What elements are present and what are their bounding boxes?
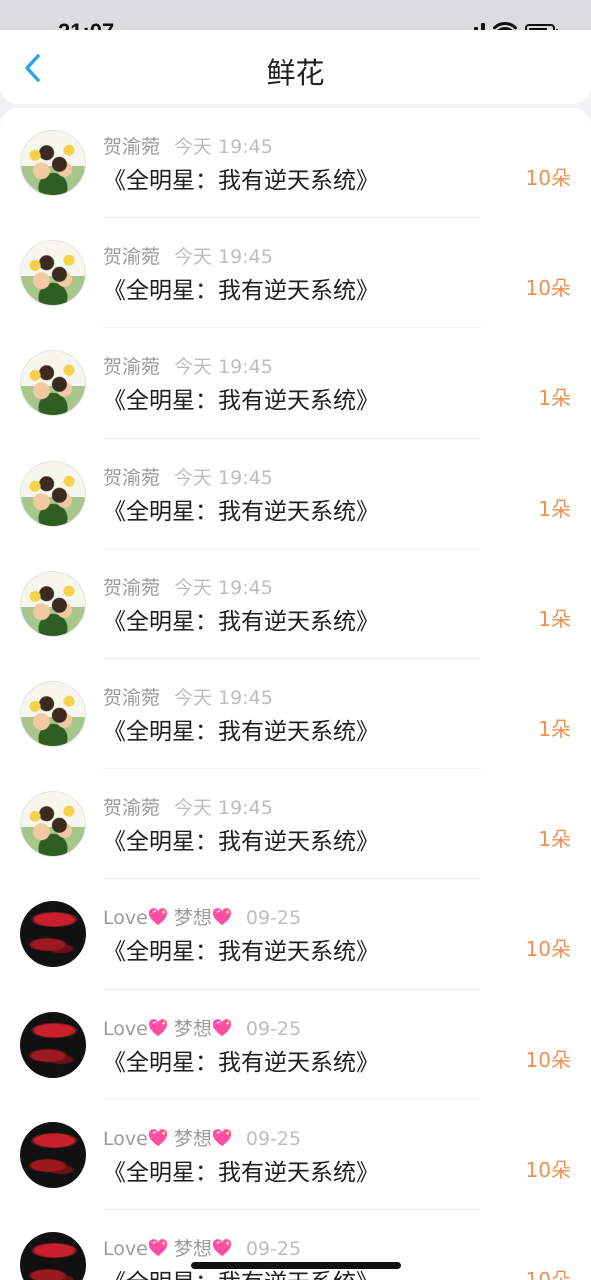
sender-line: 贺渝菀 今天 19:45 xyxy=(103,683,273,710)
sparkling-heart-icon xyxy=(212,1128,231,1146)
kids-sunflower-avatar[interactable] xyxy=(20,570,86,637)
book-title: 《全明星：我有逆天系统》 xyxy=(103,498,379,525)
timestamp: 今天 19:45 xyxy=(174,356,273,379)
kids-sunflower-avatar[interactable] xyxy=(20,240,86,307)
sender-name-suffix: 梦想 xyxy=(173,1017,212,1040)
red-rose-avatar[interactable] xyxy=(20,1011,86,1078)
sender-line: 贺渝菀 今天 19:45 xyxy=(103,242,273,269)
sparkling-heart-icon xyxy=(212,1018,231,1036)
sender-name-suffix: 梦想 xyxy=(173,907,212,930)
list-item[interactable]: Love 梦想 09-25 《全明星：我有逆天系统》 10朵 xyxy=(0,1100,591,1211)
book-title: 《全明星：我有逆天系统》 xyxy=(103,388,379,415)
sender-name: Love xyxy=(103,1017,148,1040)
sender-name: 贺渝菀 xyxy=(103,686,161,709)
page-title: 鲜花 xyxy=(266,56,325,90)
sender-name: 贺渝菀 xyxy=(103,356,161,379)
sparkling-heart-icon xyxy=(148,1238,167,1257)
timestamp: 今天 19:45 xyxy=(174,797,273,820)
timestamp: 09-25 xyxy=(245,1127,302,1150)
flower-count: 10朵 xyxy=(525,1267,571,1280)
list-item[interactable]: 贺渝菀 今天 19:45 《全明星：我有逆天系统》 10朵 xyxy=(0,108,591,219)
book-title: 《全明星：我有逆天系统》 xyxy=(103,939,379,966)
kids-sunflower-avatar[interactable] xyxy=(20,680,86,747)
timestamp: 09-25 xyxy=(245,907,302,930)
sender-name: 贺渝菀 xyxy=(103,466,161,489)
list-item[interactable]: 贺渝菀 今天 19:45 《全明星：我有逆天系统》 1朵 xyxy=(0,659,591,770)
sender-name-suffix: 梦想 xyxy=(173,1127,212,1150)
sender-line: 贺渝菀 今天 19:45 xyxy=(103,352,273,379)
red-rose-avatar[interactable] xyxy=(20,901,86,968)
flower-count: 1朵 xyxy=(538,496,571,521)
timestamp: 今天 19:45 xyxy=(174,576,273,599)
flower-count: 1朵 xyxy=(538,386,571,411)
timestamp: 09-25 xyxy=(245,1017,302,1040)
book-title: 《全明星：我有逆天系统》 xyxy=(103,718,379,745)
timestamp: 今天 19:45 xyxy=(174,466,273,489)
sender-line: Love 梦想 09-25 xyxy=(103,1124,301,1151)
flower-count: 1朵 xyxy=(538,827,571,852)
list-item[interactable]: Love 梦想 09-25 《全明星：我有逆天系统》 10朵 xyxy=(0,990,591,1100)
kids-sunflower-avatar[interactable] xyxy=(20,350,86,417)
sender-name: 贺渝菀 xyxy=(103,136,161,158)
sender-line: Love 梦想 09-25 xyxy=(103,1014,301,1041)
flower-count: 1朵 xyxy=(538,606,571,631)
sender-name-suffix: 梦想 xyxy=(173,1237,212,1260)
sender-name: Love xyxy=(103,1237,148,1260)
kids-sunflower-avatar[interactable] xyxy=(20,791,86,858)
sender-line: 贺渝菀 今天 19:45 xyxy=(103,463,273,490)
list-item[interactable]: 贺渝菀 今天 19:45 《全明星：我有逆天系统》 1朵 xyxy=(0,439,591,549)
list-item[interactable]: 贺渝菀 今天 19:45 《全明星：我有逆天系统》 1朵 xyxy=(0,328,591,439)
navigation-bar: 鲜花 xyxy=(0,30,591,104)
list-item[interactable]: 贺渝菀 今天 19:45 《全明星：我有逆天系统》 1朵 xyxy=(0,549,591,660)
book-title: 《全明星：我有逆天系统》 xyxy=(103,829,379,856)
book-title: 《全明星：我有逆天系统》 xyxy=(103,168,379,194)
book-title: 《全明星：我有逆天系统》 xyxy=(103,278,379,305)
red-rose-avatar[interactable] xyxy=(20,1231,86,1280)
sender-line: 贺渝菀 今天 19:45 xyxy=(103,573,273,600)
book-title: 《全明星：我有逆天系统》 xyxy=(103,1049,379,1076)
list-item[interactable]: Love 梦想 09-25 《全明星：我有逆天系统》 10朵 xyxy=(0,879,591,990)
flower-count: 1朵 xyxy=(538,716,571,741)
flower-count: 10朵 xyxy=(525,166,571,190)
sparkling-heart-icon xyxy=(148,908,167,926)
sparkling-heart-icon xyxy=(148,1128,167,1146)
flower-gift-list: 贺渝菀 今天 19:45 《全明星：我有逆天系统》 10朵 贺渝菀 今天 19:45 《全明… xyxy=(0,108,591,1280)
sender-name: 贺渝菀 xyxy=(103,246,161,269)
timestamp: 今天 19:45 xyxy=(174,246,273,269)
home-indicator[interactable] xyxy=(191,1262,401,1269)
timestamp: 今天 19:45 xyxy=(174,686,273,709)
sparkling-heart-icon xyxy=(148,1018,167,1036)
flower-count: 10朵 xyxy=(525,1157,571,1182)
sender-name: Love xyxy=(103,1127,148,1150)
list-item[interactable]: 贺渝菀 今天 19:45 《全明星：我有逆天系统》 10朵 xyxy=(0,218,591,329)
flower-count: 10朵 xyxy=(525,1047,571,1072)
book-title: 《全明星：我有逆天系统》 xyxy=(103,608,379,635)
list-item[interactable]: 贺渝菀 今天 19:45 《全明星：我有逆天系统》 1朵 xyxy=(0,769,591,880)
sender-name: Love xyxy=(103,907,148,930)
kids-sunflower-avatar[interactable] xyxy=(20,460,86,527)
kids-sunflower-avatar[interactable] xyxy=(20,130,86,196)
red-rose-avatar[interactable] xyxy=(20,1121,86,1188)
sparkling-heart-icon xyxy=(212,1238,231,1257)
sender-line: Love 梦想 09-25 xyxy=(103,1234,301,1261)
sender-line: 贺渝菀 今天 19:45 xyxy=(103,793,273,820)
timestamp: 09-25 xyxy=(245,1237,302,1260)
sparkling-heart-icon xyxy=(212,908,231,926)
timestamp: 今天 19:45 xyxy=(174,136,273,158)
sender-name: 贺渝菀 xyxy=(103,797,161,820)
flower-count: 10朵 xyxy=(525,937,571,962)
sender-line: 贺渝菀 今天 19:45 xyxy=(103,132,273,159)
book-title: 《全明星：我有逆天系统》 xyxy=(103,1159,379,1186)
sender-line: Love 梦想 09-25 xyxy=(103,903,301,930)
flower-count: 10朵 xyxy=(525,276,571,301)
sender-name: 贺渝菀 xyxy=(103,576,161,599)
list-item[interactable]: Love 梦想09-25《全明星：我有逆天系统》10朵 xyxy=(0,1210,591,1280)
